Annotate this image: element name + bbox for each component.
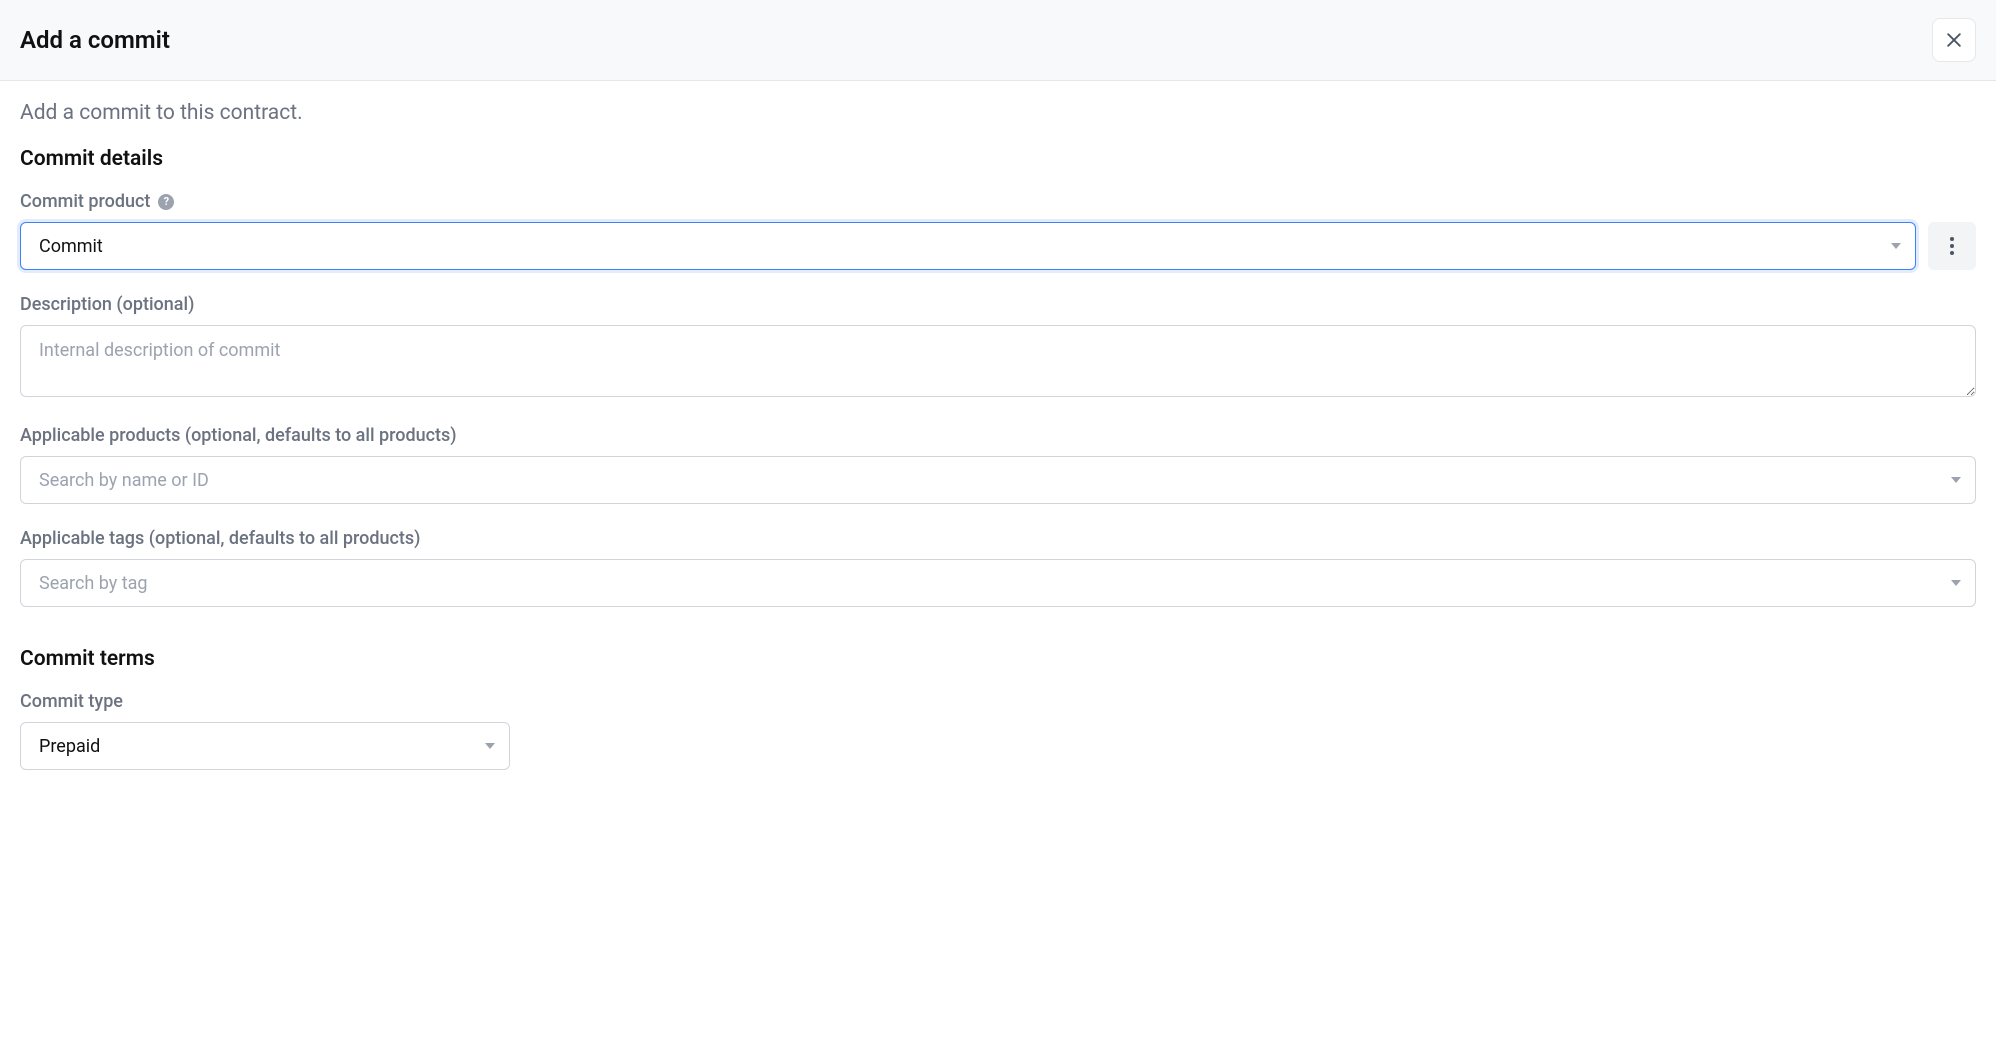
commit-type-field: Commit type Prepaid [20, 691, 1976, 770]
applicable-products-label: Applicable products (optional, defaults … [20, 425, 1976, 446]
commit-type-value: Prepaid [39, 736, 100, 757]
chevron-down-icon [1951, 477, 1961, 483]
close-button[interactable] [1932, 18, 1976, 62]
commit-type-select[interactable]: Prepaid [20, 722, 510, 770]
chevron-down-icon [1951, 580, 1961, 586]
commit-product-value: Commit [39, 236, 103, 257]
applicable-tags-label: Applicable tags (optional, defaults to a… [20, 528, 1976, 549]
applicable-tags-field: Applicable tags (optional, defaults to a… [20, 528, 1976, 607]
page-title: Add a commit [20, 26, 170, 54]
page-header: Add a commit [0, 0, 1996, 81]
more-vertical-icon [1950, 237, 1954, 255]
chevron-down-icon [1891, 243, 1901, 249]
description-field: Description (optional) [20, 294, 1976, 401]
page-subtitle: Add a commit to this contract. [20, 101, 1976, 125]
applicable-products-field: Applicable products (optional, defaults … [20, 425, 1976, 504]
commit-product-field: Commit product ? Commit [20, 191, 1976, 270]
description-label: Description (optional) [20, 294, 1976, 315]
commit-product-label: Commit product [20, 191, 150, 212]
close-icon [1944, 30, 1964, 50]
applicable-tags-select[interactable]: Search by tag [20, 559, 1976, 607]
commit-product-select[interactable]: Commit [20, 222, 1916, 270]
commit-details-heading: Commit details [20, 147, 1976, 171]
chevron-down-icon [485, 743, 495, 749]
applicable-products-select[interactable]: Search by name or ID [20, 456, 1976, 504]
help-icon[interactable]: ? [158, 194, 174, 210]
commit-product-more-button[interactable] [1928, 222, 1976, 270]
applicable-products-placeholder: Search by name or ID [39, 470, 209, 491]
description-textarea[interactable] [20, 325, 1976, 397]
commit-terms-section: Commit terms Commit type Prepaid [20, 647, 1976, 770]
commit-product-label-row: Commit product ? [20, 191, 1976, 212]
applicable-tags-placeholder: Search by tag [39, 573, 148, 594]
commit-terms-heading: Commit terms [20, 647, 1976, 671]
commit-type-label: Commit type [20, 691, 1976, 712]
content-area: Add a commit to this contract. Commit de… [0, 81, 1996, 814]
